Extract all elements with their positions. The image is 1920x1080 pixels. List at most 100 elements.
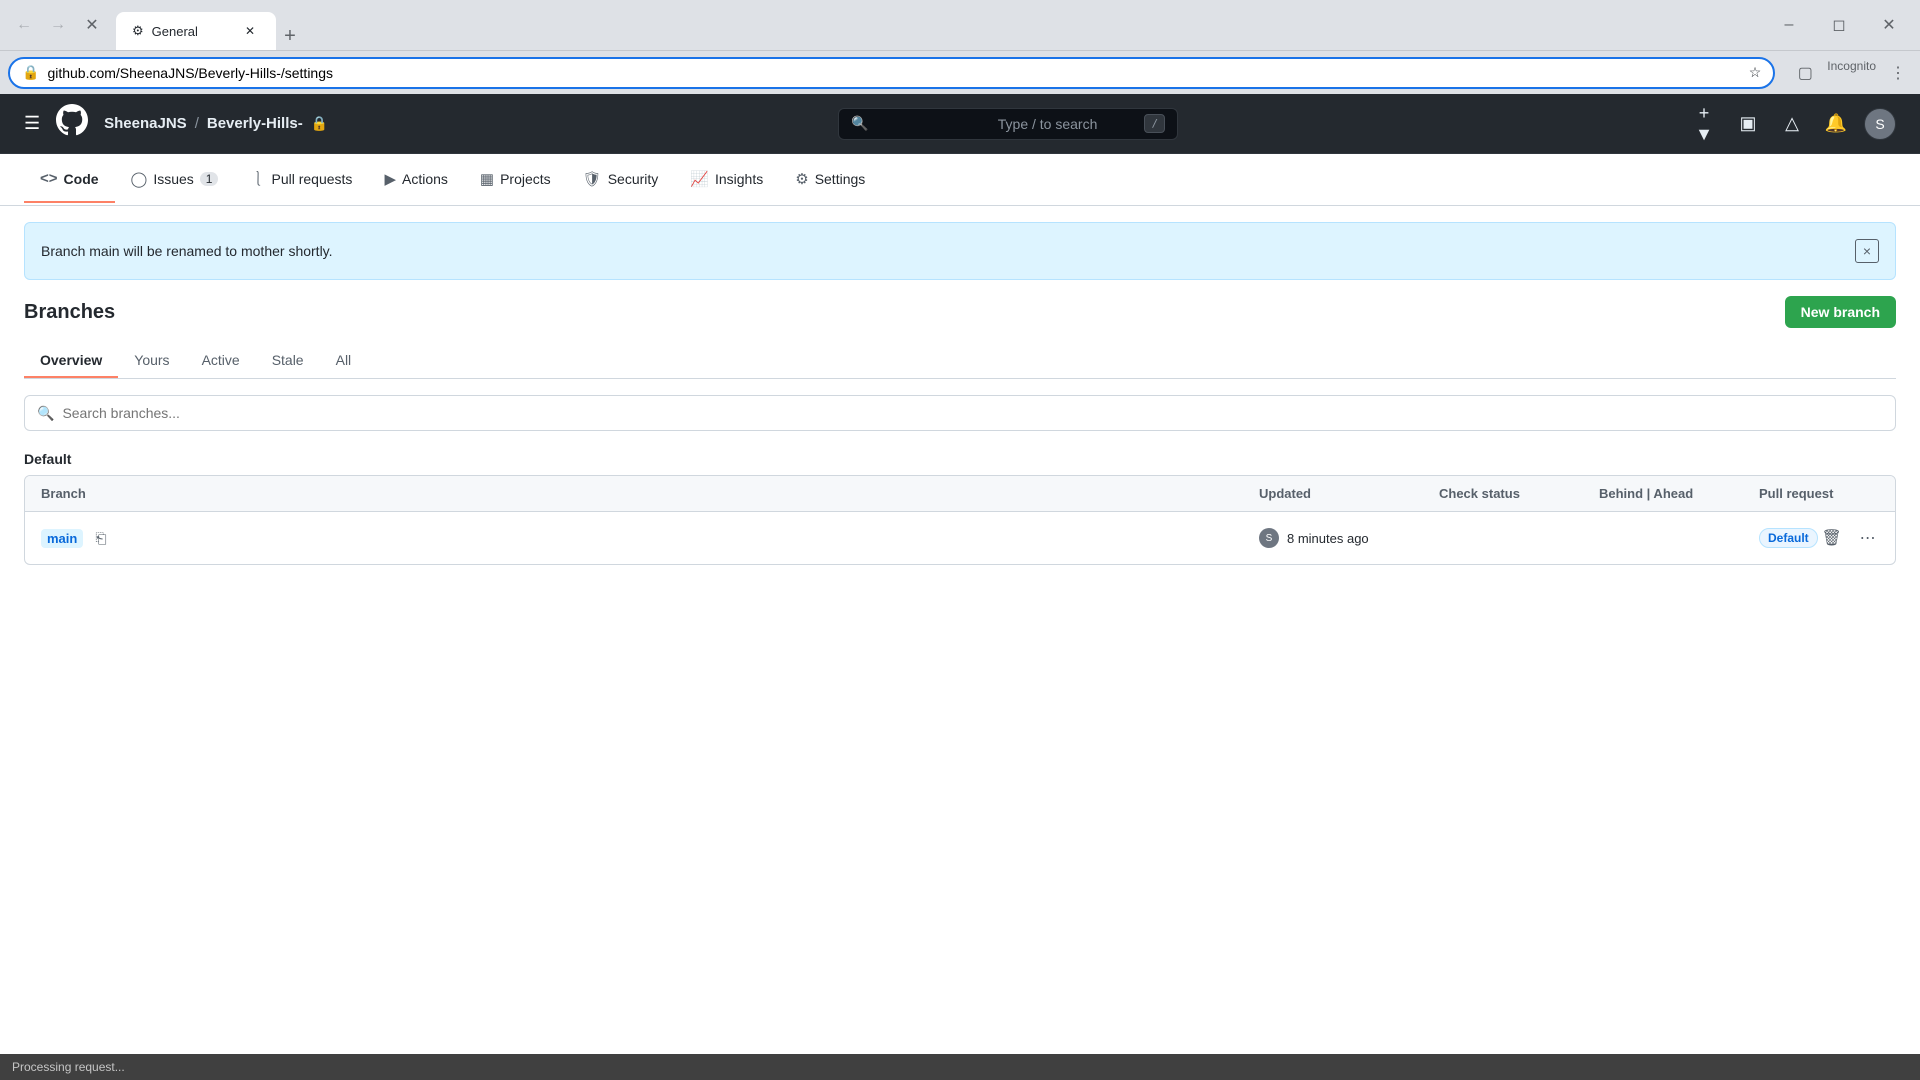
address-bar-row: 🔒 github.com/SheenaJNS/Beverly-Hills-/se… — [0, 50, 1920, 94]
actions-nav-icon: ▶ — [384, 170, 396, 188]
updated-time: 8 minutes ago — [1287, 531, 1369, 546]
default-badge: Default — [1759, 528, 1818, 548]
window-controls: – ◻ ✕ — [1766, 9, 1912, 41]
more-options-button[interactable]: ⋯ — [1854, 524, 1882, 552]
col-updated: Updated — [1259, 486, 1439, 501]
tab-stale[interactable]: Stale — [256, 344, 320, 378]
tab-close-button[interactable]: ✕ — [240, 21, 260, 41]
nav-item-insights[interactable]: 📈 Insights — [674, 156, 779, 204]
nav-actions-label: Actions — [402, 171, 448, 187]
table-row: main ⎗ S 8 minutes ago Default 🗑 ⋯ — [25, 512, 1895, 564]
updated-cell: S 8 minutes ago — [1259, 528, 1439, 548]
tab-overview[interactable]: Overview — [24, 344, 118, 378]
header-left: ☰ SheenaJNS / Beverly-Hills- 🔒 — [24, 104, 328, 143]
menu-button[interactable]: ⋮ — [1884, 59, 1912, 87]
search-placeholder: Type / to search — [998, 116, 1137, 132]
branch-actions: 🗑 ⋯ — [1818, 524, 1882, 552]
nav-item-code[interactable]: <> Code — [24, 156, 115, 203]
create-button[interactable]: + ▼ — [1688, 108, 1720, 140]
incognito-label: Incognito — [1827, 59, 1876, 87]
status-bar: Processing request... — [0, 1054, 1920, 1080]
banner-close-button[interactable]: × — [1855, 239, 1879, 263]
branches-header: Branches New branch — [24, 296, 1896, 328]
new-branch-button[interactable]: New branch — [1785, 296, 1896, 328]
browser-toolbar: ▢ Incognito ⋮ — [1791, 59, 1912, 87]
nav-item-security[interactable]: 🛡 Security — [567, 156, 675, 204]
nav-item-projects[interactable]: ▦ Projects — [464, 156, 567, 204]
col-check-status: Check status — [1439, 486, 1599, 501]
copy-branch-button[interactable]: ⎗ — [95, 530, 106, 547]
bookmark-icon: ☆ — [1749, 64, 1762, 81]
nav-settings-label: Settings — [815, 171, 866, 187]
breadcrumb: SheenaJNS / Beverly-Hills- 🔒 — [104, 115, 328, 132]
minimize-button[interactable]: – — [1766, 9, 1812, 41]
search-icon: 🔍 — [851, 115, 990, 132]
branch-search-icon: 🔍 — [37, 405, 54, 422]
table-header: Branch Updated Check status Behind | Ahe… — [25, 476, 1895, 512]
maximize-button[interactable]: ◻ — [1816, 9, 1862, 41]
url-input[interactable]: github.com/SheenaJNS/Beverly-Hills-/sett… — [47, 65, 1740, 81]
header-right: + ▼ ▣ △ 🔔 S — [1688, 108, 1896, 140]
branches-table: Branch Updated Check status Behind | Ahe… — [24, 475, 1896, 565]
new-tab-button[interactable]: + — [276, 22, 304, 50]
nav-pr-label: Pull requests — [272, 171, 353, 187]
tab-title: General — [152, 24, 198, 39]
back-button[interactable]: ← — [8, 9, 40, 41]
branch-tabs: Overview Yours Active Stale All — [24, 344, 1896, 379]
main-content: Branches New branch Overview Yours Activ… — [0, 296, 1920, 565]
breadcrumb-user-link[interactable]: SheenaJNS — [104, 115, 187, 132]
committer-avatar: S — [1259, 528, 1279, 548]
tab-active[interactable]: Active — [186, 344, 256, 378]
branch-search-box[interactable]: 🔍 — [24, 395, 1896, 431]
extensions-button[interactable]: ▢ — [1791, 59, 1819, 87]
default-section-label: Default — [24, 451, 1896, 467]
tab-yours[interactable]: Yours — [118, 344, 185, 378]
tab-all[interactable]: All — [320, 344, 368, 378]
code-icon: <> — [40, 170, 58, 187]
banner-text: Branch main will be renamed to mother sh… — [41, 243, 333, 259]
branch-cell: main ⎗ — [41, 529, 1259, 548]
tab-favicon: ⚙ — [132, 23, 144, 39]
github-header: ☰ SheenaJNS / Beverly-Hills- 🔒 🔍 Type / … — [0, 94, 1920, 154]
col-pull-request: Pull request — [1759, 486, 1879, 501]
branch-search-input[interactable] — [62, 405, 1883, 421]
col-branch: Branch — [41, 486, 1259, 501]
github-page: ☰ SheenaJNS / Beverly-Hills- 🔒 🔍 Type / … — [0, 94, 1920, 1080]
browser-nav-buttons: ← → ✕ — [8, 9, 108, 41]
settings-nav-icon: ⚙ — [795, 170, 808, 188]
lock-icon: 🔒 — [22, 64, 39, 81]
nav-issues-label: Issues — [153, 171, 193, 187]
issues-badge: 1 — [200, 172, 219, 186]
close-button[interactable]: ✕ — [1866, 9, 1912, 41]
security-nav-icon: 🛡 — [583, 170, 602, 188]
nav-item-issues[interactable]: ◯ Issues 1 — [115, 156, 235, 204]
pull-requests-icon[interactable]: △ — [1776, 108, 1808, 140]
notifications-icon[interactable]: 🔔 — [1820, 108, 1852, 140]
issues-icon[interactable]: ▣ — [1732, 108, 1764, 140]
nav-item-pull-requests[interactable]: ⎱ Pull requests — [234, 154, 368, 205]
delete-branch-button[interactable]: 🗑 — [1818, 524, 1846, 552]
header-center: 🔍 Type / to search / — [344, 108, 1672, 140]
global-search[interactable]: 🔍 Type / to search / — [838, 108, 1178, 140]
nav-item-settings[interactable]: ⚙ Settings — [779, 156, 881, 204]
reload-button[interactable]: ✕ — [76, 9, 108, 41]
forward-button[interactable]: → — [42, 9, 74, 41]
nav-projects-label: Projects — [500, 171, 551, 187]
pr-nav-icon: ⎱ — [250, 168, 265, 189]
browser-tab[interactable]: ⚙ General ✕ — [116, 12, 276, 50]
address-bar[interactable]: 🔒 github.com/SheenaJNS/Beverly-Hills-/se… — [8, 57, 1775, 89]
col-behind-ahead: Behind | Ahead — [1599, 486, 1759, 501]
issues-nav-icon: ◯ — [131, 170, 148, 188]
branch-name-link[interactable]: main — [41, 529, 83, 548]
nav-item-actions[interactable]: ▶ Actions — [368, 156, 463, 204]
nav-insights-label: Insights — [715, 171, 763, 187]
projects-nav-icon: ▦ — [480, 170, 494, 188]
browser-chrome: ← → ✕ ⚙ General ✕ + – ◻ ✕ — [0, 0, 1920, 50]
breadcrumb-repo: Beverly-Hills- — [207, 115, 303, 132]
user-avatar[interactable]: S — [1864, 108, 1896, 140]
status-text: Processing request... — [12, 1060, 125, 1074]
hamburger-menu[interactable]: ☰ — [24, 113, 40, 134]
github-logo — [56, 104, 88, 143]
nav-code-label: Code — [64, 171, 99, 187]
repo-lock-icon: 🔒 — [311, 115, 328, 132]
